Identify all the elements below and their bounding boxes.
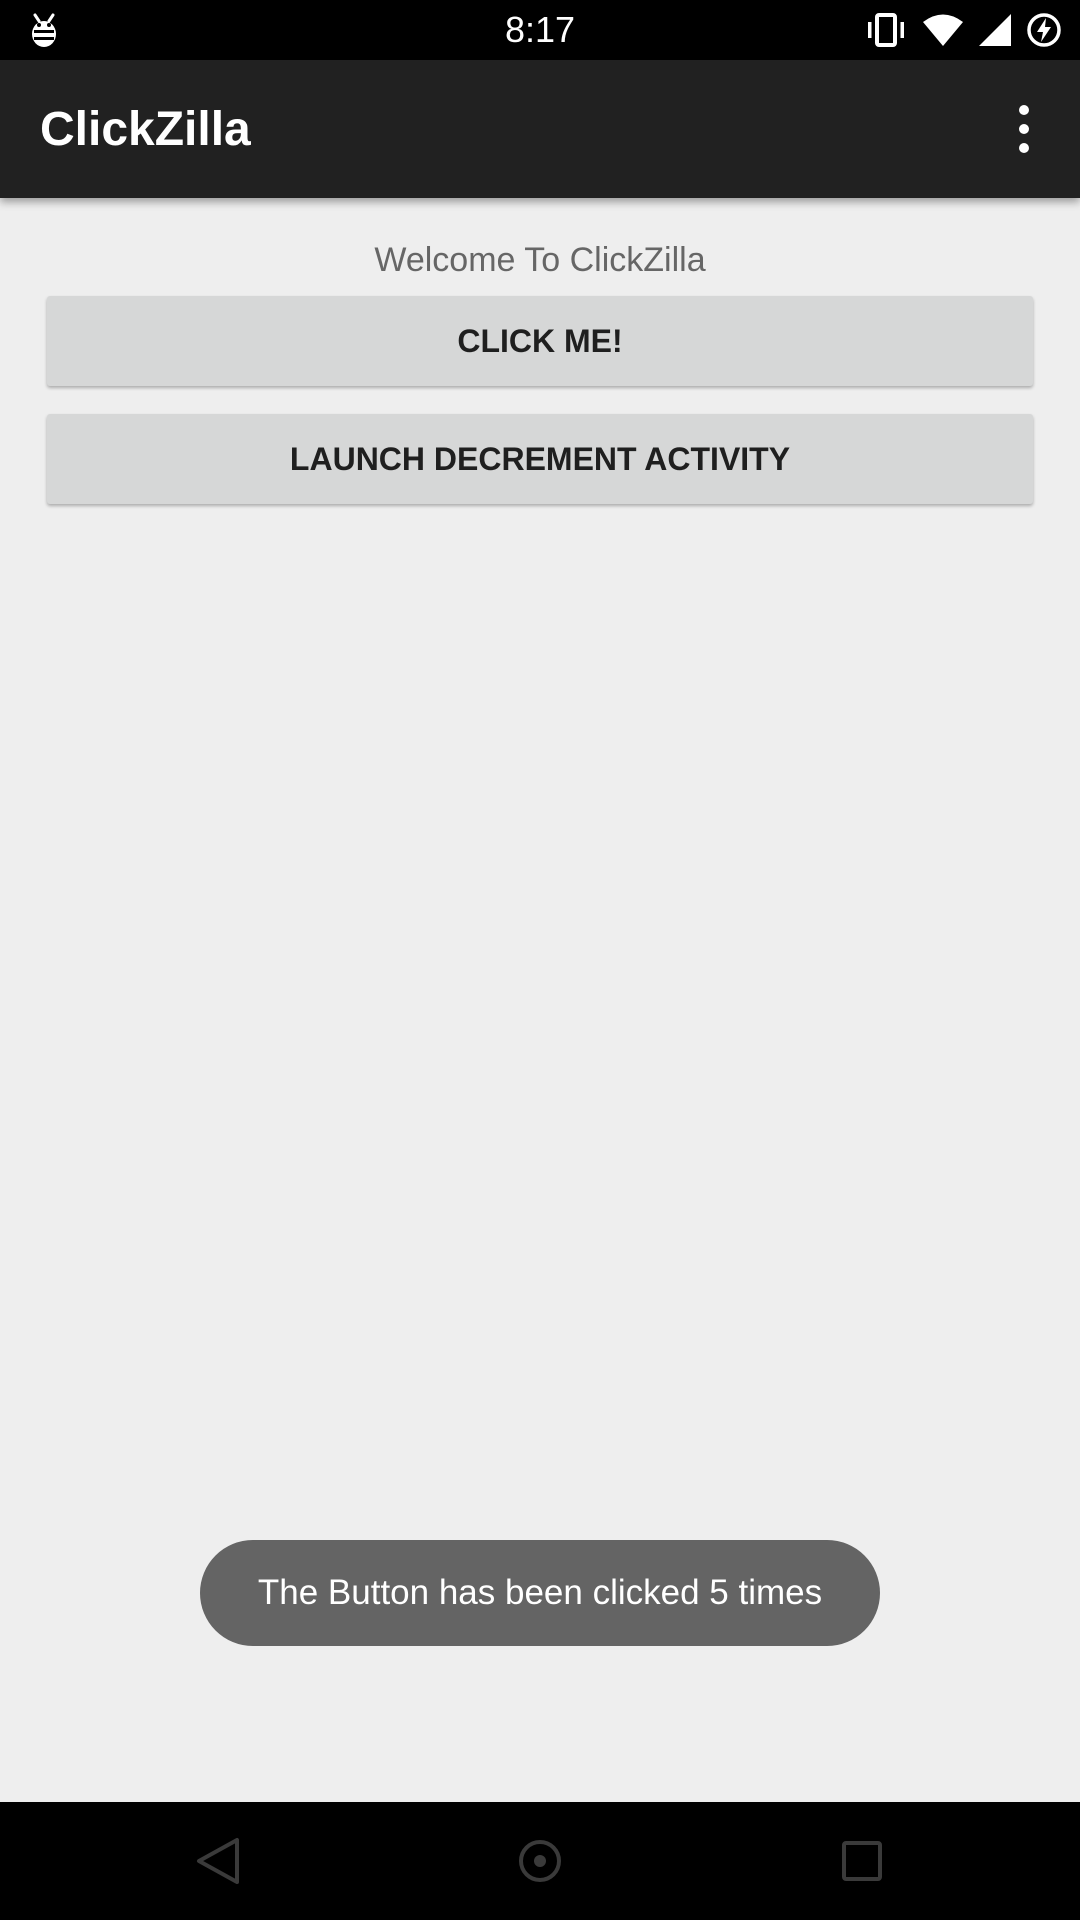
screen: 8:17 ClickZilla Welcome To ClickZilla CL… — [0, 0, 1080, 1920]
cell-signal-icon — [978, 13, 1012, 47]
wifi-icon — [922, 13, 964, 47]
more-vert-icon[interactable] — [990, 95, 1058, 163]
overflow-dot — [1019, 124, 1029, 134]
launch-decrement-activity-button[interactable]: LAUNCH DECREMENT ACTIVITY — [47, 414, 1033, 504]
status-icons — [864, 10, 1062, 50]
toast-message: The Button has been clicked 5 times — [200, 1540, 880, 1646]
status-bar: 8:17 — [0, 0, 1080, 60]
back-icon[interactable] — [128, 1802, 308, 1920]
app-bar: ClickZilla — [0, 60, 1080, 198]
overflow-dot — [1019, 143, 1029, 153]
welcome-text: Welcome To ClickZilla — [374, 241, 706, 279]
vibrate-icon — [864, 12, 908, 48]
app-title: ClickZilla — [40, 103, 251, 156]
click-me-button[interactable]: CLICK ME! — [47, 296, 1033, 386]
home-icon[interactable] — [450, 1802, 630, 1920]
recents-icon[interactable] — [772, 1802, 952, 1920]
navigation-bar — [0, 1802, 1080, 1920]
overflow-dot — [1019, 105, 1029, 115]
battery-charging-icon — [1026, 12, 1062, 48]
